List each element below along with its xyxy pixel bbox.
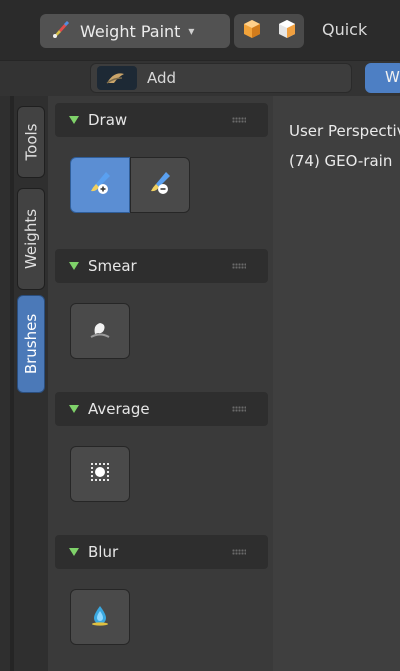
drag-grip-icon[interactable] bbox=[232, 263, 246, 269]
region-divider bbox=[10, 96, 14, 671]
draw-add-button[interactable] bbox=[70, 157, 130, 213]
weight-paint-icon bbox=[50, 18, 72, 44]
tab-weights-label: Weights bbox=[22, 208, 41, 270]
section-average-header[interactable]: Average bbox=[55, 392, 268, 426]
blur-button[interactable] bbox=[70, 589, 130, 645]
tab-tools-label: Tools bbox=[22, 123, 41, 161]
collapse-triangle-icon bbox=[69, 116, 79, 124]
section-smear-header[interactable]: Smear bbox=[55, 249, 268, 283]
chevron-down-icon: ▾ bbox=[188, 24, 195, 38]
brush-subtract-icon bbox=[146, 169, 174, 201]
mode-select[interactable]: Weight Paint ▾ bbox=[40, 14, 230, 48]
section-draw-label: Draw bbox=[88, 111, 128, 129]
draw-subtract-button[interactable] bbox=[130, 157, 190, 213]
brush-thumbnail-icon bbox=[97, 66, 137, 90]
section-blur-label: Blur bbox=[88, 543, 119, 561]
drag-grip-icon[interactable] bbox=[232, 117, 246, 123]
section-average-label: Average bbox=[88, 400, 150, 418]
textured-cube-icon[interactable] bbox=[276, 18, 298, 44]
section-blur-header[interactable]: Blur bbox=[55, 535, 268, 569]
brush-add-label: Add bbox=[147, 69, 177, 87]
collapse-triangle-icon bbox=[69, 405, 79, 413]
brush-mode-button[interactable]: W bbox=[365, 63, 400, 93]
blur-icon bbox=[87, 602, 113, 632]
tab-brushes-label: Brushes bbox=[22, 313, 40, 375]
smear-button[interactable] bbox=[70, 303, 130, 359]
viewport-object-info: (74) GEO-rain bbox=[289, 152, 393, 170]
mode-select-label: Weight Paint bbox=[80, 21, 181, 41]
drag-grip-icon[interactable] bbox=[232, 549, 246, 555]
section-smear-label: Smear bbox=[88, 257, 137, 275]
average-button[interactable] bbox=[70, 446, 130, 502]
shading-toggle-group[interactable] bbox=[234, 14, 304, 48]
quick-favorites-menu[interactable]: Quick bbox=[322, 20, 367, 39]
drag-grip-icon[interactable] bbox=[232, 406, 246, 412]
solid-cube-icon[interactable] bbox=[241, 18, 263, 44]
collapse-triangle-icon bbox=[69, 262, 79, 270]
brush-add-icon bbox=[86, 169, 114, 201]
section-draw-header[interactable]: Draw bbox=[55, 103, 268, 137]
collapse-triangle-icon bbox=[69, 548, 79, 556]
tab-tools[interactable]: Tools bbox=[17, 106, 45, 178]
brush-add-field[interactable]: Add bbox=[90, 63, 352, 93]
viewport-title: User Perspective bbox=[289, 122, 400, 140]
tab-brushes[interactable]: Brushes bbox=[17, 295, 45, 393]
3d-viewport[interactable] bbox=[273, 96, 400, 671]
smear-icon bbox=[87, 316, 113, 346]
average-icon bbox=[87, 459, 113, 489]
tab-weights[interactable]: Weights bbox=[17, 188, 45, 290]
